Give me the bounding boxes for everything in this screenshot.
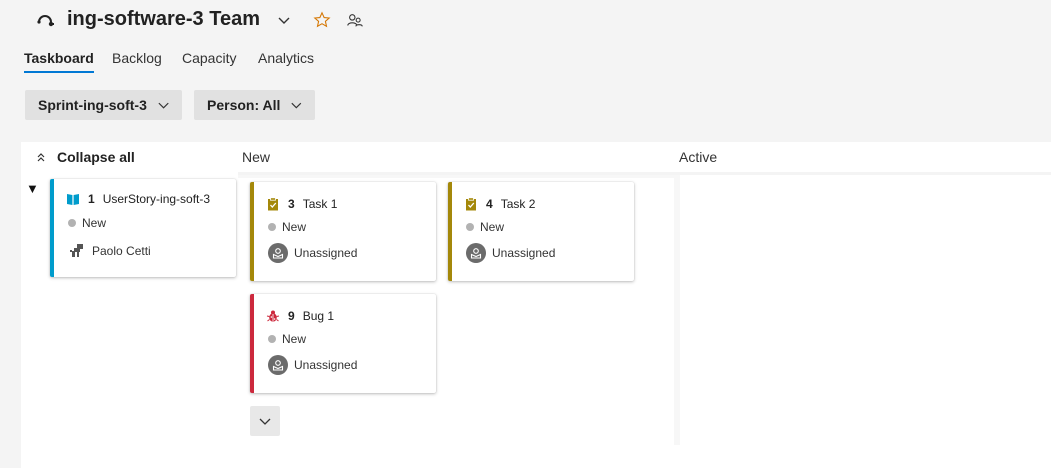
column-separator (674, 175, 680, 445)
collapse-all-label: Collapse all (57, 149, 135, 165)
state-dot (268, 335, 276, 343)
row-collapse-toggle-icon[interactable]: ▼ (26, 181, 39, 196)
chevron-down-icon (291, 102, 302, 109)
state-dot (68, 219, 76, 227)
state-dot (268, 223, 276, 231)
tab-analytics[interactable]: Analytics (258, 50, 314, 66)
tab-backlog[interactable]: Backlog (112, 50, 162, 66)
work-item-assignee[interactable]: Paolo Cetti (92, 244, 151, 258)
double-chevron-up-icon (37, 153, 45, 162)
book-icon (67, 194, 79, 205)
state-dot (466, 223, 474, 231)
tab-capacity[interactable]: Capacity (182, 50, 236, 66)
team-icon (37, 15, 54, 27)
person-dropdown-label: Person: All (207, 97, 281, 113)
card-accent-bar (250, 182, 254, 281)
work-item-assignee[interactable]: Unassigned (294, 358, 357, 372)
user-story-card[interactable]: 1 UserStory-ing-soft-3 New Paolo Cetti (50, 179, 236, 277)
active-tab-indicator (24, 71, 94, 73)
tab-taskboard[interactable]: Taskboard (24, 50, 94, 66)
work-item-id: 3 (288, 197, 295, 211)
sprint-dropdown-label: Sprint-ing-soft-3 (38, 97, 147, 113)
task-card[interactable]: 4 Task 2 New Unassigned (448, 182, 634, 281)
work-item-id: 1 (88, 192, 95, 206)
bug-icon (266, 310, 280, 322)
team-members-icon[interactable] (346, 12, 364, 30)
task-card[interactable]: 3 Task 1 New Unassigned (250, 182, 436, 281)
work-item-assignee[interactable]: Unassigned (492, 246, 555, 260)
work-item-state[interactable]: New (480, 220, 504, 234)
person-dropdown[interactable]: Person: All (194, 90, 315, 120)
column-header-active: Active (679, 149, 718, 165)
work-item-id: 4 (486, 197, 493, 211)
task-icon (466, 197, 476, 211)
column-header-new: New (242, 149, 271, 165)
bug-card[interactable]: 9 Bug 1 New Unassigned (250, 294, 436, 393)
work-item-title[interactable]: Task 1 (303, 197, 338, 211)
lane-top-edge (238, 175, 674, 178)
collapse-all-button[interactable]: Collapse all (35, 149, 135, 165)
work-item-assignee[interactable]: Unassigned (294, 246, 357, 260)
card-accent-bar (448, 182, 452, 281)
work-item-id: 9 (288, 309, 295, 323)
star-icon[interactable] (313, 11, 331, 29)
work-item-title[interactable]: UserStory-ing-soft-3 (103, 192, 210, 206)
chevron-down-icon (158, 102, 169, 109)
card-accent-bar (250, 294, 254, 393)
work-item-title[interactable]: Bug 1 (303, 309, 334, 323)
team-title: ing-software-3 Team (67, 8, 260, 30)
work-item-state[interactable]: New (282, 332, 306, 346)
unassigned-avatar-icon (466, 243, 486, 263)
show-more-button[interactable] (250, 406, 280, 436)
task-icon (268, 197, 278, 211)
avatar (70, 244, 83, 257)
work-item-state[interactable]: New (82, 216, 106, 230)
work-item-title[interactable]: Task 2 (501, 197, 536, 211)
chevron-down-icon[interactable] (276, 12, 292, 28)
chevron-down-icon (259, 418, 271, 425)
sprint-dropdown[interactable]: Sprint-ing-soft-3 (25, 90, 182, 120)
unassigned-avatar-icon (268, 355, 288, 375)
card-accent-bar (50, 179, 54, 277)
unassigned-avatar-icon (268, 243, 288, 263)
work-item-state[interactable]: New (282, 220, 306, 234)
